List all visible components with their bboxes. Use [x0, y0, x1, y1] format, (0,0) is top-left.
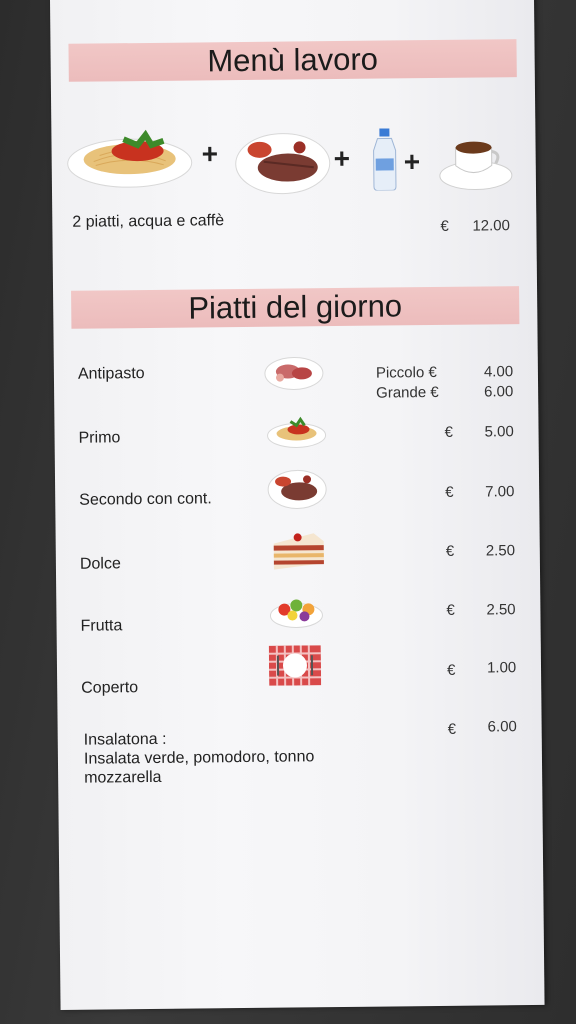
coperto-price: 1.00: [486, 659, 517, 677]
dolce-currency: €: [445, 542, 455, 560]
plus-sign: +: [403, 146, 421, 178]
plus-sign: +: [333, 142, 351, 175]
menu-lavoro-description: 2 piatti, acqua e caffè: [72, 212, 225, 231]
secondo-price: 7.00: [485, 483, 515, 501]
primo-price: 5.00: [484, 423, 514, 441]
espresso-cup-icon: [439, 141, 513, 191]
frutta-currency: €: [446, 601, 455, 619]
pasta-plate-icon: [267, 416, 327, 448]
piatti-del-giorno-title: Piatti del giorno: [188, 288, 403, 326]
insalatona-description-line2: mozzarella: [84, 768, 162, 787]
insalatona-currency: €: [447, 720, 457, 738]
plus-sign: +: [201, 138, 219, 170]
item-name-coperto: Coperto: [81, 679, 139, 697]
water-bottle-icon: [373, 128, 397, 191]
antipasto-price-label-large: Grande €: [376, 383, 439, 402]
item-name-insalatona: Insalatona :: [83, 730, 167, 749]
spaghetti-plate-icon: [67, 129, 193, 188]
menu-lavoro-banner: Menù lavoro: [68, 39, 517, 82]
antipasto-price-label-small: Piccolo €: [375, 363, 437, 382]
antipasto-plate-icon: [264, 356, 324, 390]
meat-plate-icon: [267, 469, 327, 509]
item-name-primo: Primo: [78, 429, 121, 447]
frutta-price: 2.50: [486, 601, 516, 619]
coperto-currency: €: [446, 661, 456, 679]
antipasto-price-large: 6.00: [484, 383, 514, 401]
place-setting-icon: [268, 645, 322, 686]
menu-lavoro-title: Menù lavoro: [207, 41, 379, 79]
menu-lavoro-price: 12.00: [472, 217, 511, 235]
insalatona-description-line1: Insalata verde, pomodoro, tonno: [83, 748, 315, 768]
piatti-del-giorno-banner: Piatti del giorno: [71, 286, 520, 329]
cake-slice-icon: [273, 533, 324, 570]
insalatona-price: 6.00: [487, 718, 517, 736]
item-name-antipasto: Antipasto: [77, 365, 145, 383]
dolce-price: 2.50: [485, 542, 516, 560]
primo-currency: €: [444, 423, 453, 441]
antipasto-price-small: 4.00: [483, 363, 514, 381]
steak-plate-icon: [235, 133, 331, 195]
fruit-bowl-icon: [269, 599, 323, 628]
secondo-currency: €: [445, 483, 454, 501]
item-name-frutta: Frutta: [80, 617, 123, 635]
item-name-secondo: Secondo con cont.: [79, 490, 212, 509]
item-name-dolce: Dolce: [79, 555, 121, 573]
menu-lavoro-currency: €: [440, 217, 449, 235]
menu-card: Menù lavoro + + + 2 piatti, acqua e caff…: [50, 0, 545, 1010]
